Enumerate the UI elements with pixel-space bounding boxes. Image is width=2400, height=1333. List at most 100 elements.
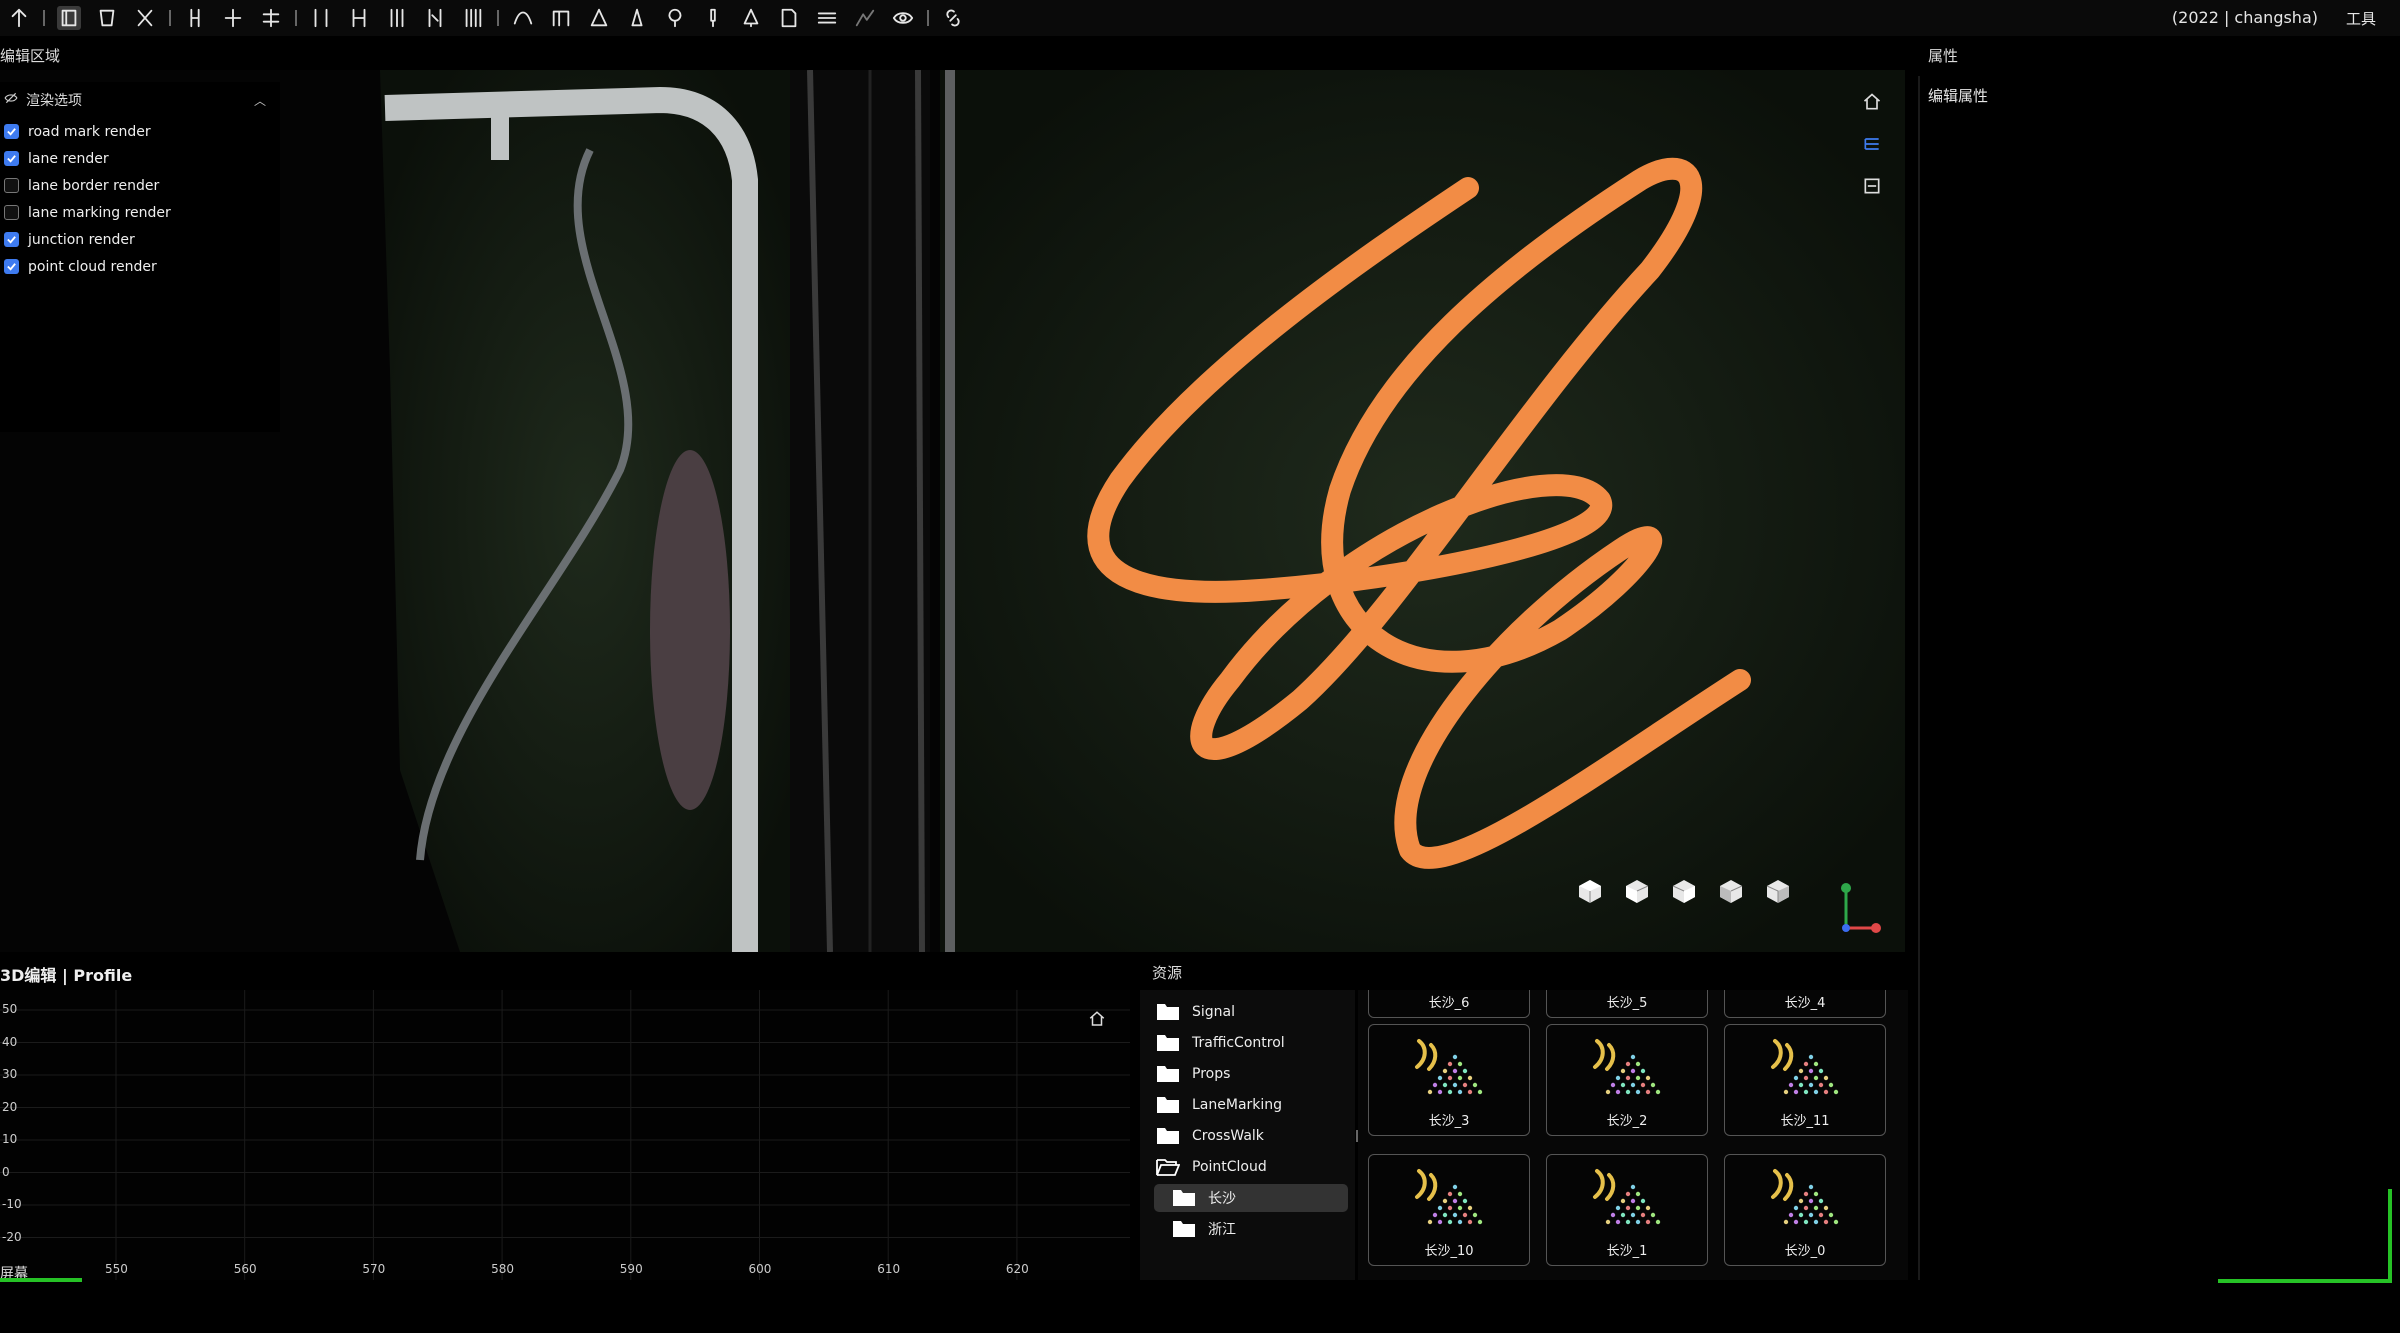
resource-tree-label: CrossWalk bbox=[1192, 1128, 1264, 1144]
lane-insert-icon[interactable] bbox=[385, 6, 409, 30]
profile-x-tick: 620 bbox=[1005, 1262, 1029, 1276]
resource-card[interactable]: 长沙_5 bbox=[1546, 990, 1708, 1018]
render-option-checkbox[interactable] bbox=[4, 178, 19, 193]
profile-home-icon[interactable] bbox=[1088, 1010, 1106, 1032]
document-edit-icon[interactable] bbox=[777, 6, 801, 30]
3d-viewport[interactable] bbox=[0, 70, 1905, 952]
render-option-checkbox[interactable] bbox=[4, 232, 19, 247]
profile-y-tick: -10 bbox=[2, 1197, 22, 1211]
resource-card-label: 长沙_1 bbox=[1606, 1244, 1648, 1259]
resource-card[interactable]: 长沙_11 bbox=[1724, 1024, 1886, 1136]
render-option-row[interactable]: junction render bbox=[0, 226, 280, 253]
resource-tree-item[interactable]: PointCloud bbox=[1140, 1153, 1350, 1181]
perspective-icon[interactable] bbox=[1860, 132, 1884, 156]
profile-x-tick: 600 bbox=[748, 1262, 772, 1276]
render-option-label: road mark render bbox=[28, 123, 151, 140]
resource-tree-item[interactable]: TrafficControl bbox=[1140, 1029, 1350, 1057]
light-icon[interactable] bbox=[701, 6, 725, 30]
resource-grid: 长沙_6 长沙_5 长沙_4 长沙_3 长沙_2 长沙_11 长沙_10 长沙_1 长沙_0 bbox=[1358, 990, 1908, 1280]
resource-tree-item[interactable]: 长沙 bbox=[1154, 1184, 1348, 1212]
render-option-checkbox[interactable] bbox=[4, 259, 19, 274]
lane-add-icon[interactable] bbox=[347, 6, 371, 30]
check-icon bbox=[7, 155, 16, 163]
point-cloud-thumbnail-icon bbox=[1771, 1169, 1839, 1225]
road-select-icon[interactable] bbox=[57, 6, 81, 30]
road-section-icon[interactable] bbox=[815, 6, 839, 30]
render-option-checkbox[interactable] bbox=[4, 205, 19, 220]
resource-card[interactable]: 长沙_3 bbox=[1368, 1024, 1530, 1136]
resource-tree-label: TrafficControl bbox=[1192, 1035, 1285, 1051]
render-option-row[interactable]: road mark render bbox=[0, 118, 280, 145]
render-option-checkbox[interactable] bbox=[4, 124, 19, 139]
resource-card[interactable]: 长沙_4 bbox=[1724, 990, 1886, 1018]
view-cube-back-icon[interactable] bbox=[1765, 878, 1791, 904]
resource-tree-item[interactable]: LaneMarking bbox=[1140, 1091, 1350, 1119]
view-cube-front-icon[interactable] bbox=[1624, 878, 1650, 904]
lane-width-icon[interactable] bbox=[309, 6, 333, 30]
resource-card-label: 长沙_5 bbox=[1606, 996, 1648, 1011]
folder-icon bbox=[1173, 1221, 1195, 1237]
tools-menu[interactable]: 工具 bbox=[2346, 8, 2376, 29]
render-option-label: point cloud render bbox=[28, 258, 157, 275]
road-delete-icon[interactable] bbox=[133, 6, 157, 30]
view-cube-top-icon[interactable] bbox=[1577, 878, 1603, 904]
toolbar-separator bbox=[169, 10, 171, 26]
home-icon[interactable] bbox=[1860, 90, 1884, 114]
render-option-checkbox[interactable] bbox=[4, 151, 19, 166]
point-cloud-thumbnail-icon bbox=[1593, 1039, 1661, 1095]
lane-merge-icon[interactable] bbox=[259, 6, 283, 30]
folder-icon bbox=[1173, 1190, 1195, 1206]
ortho-icon[interactable] bbox=[1860, 174, 1884, 198]
progress-indicator-right bbox=[2218, 1189, 2392, 1283]
resource-card[interactable]: 长沙_0 bbox=[1724, 1154, 1886, 1266]
resource-tree-item[interactable]: Props bbox=[1140, 1060, 1350, 1088]
portal-icon[interactable] bbox=[549, 6, 573, 30]
road-add-icon[interactable] bbox=[95, 6, 119, 30]
resource-card[interactable]: 长沙_10 bbox=[1368, 1154, 1530, 1266]
lane-split-icon[interactable] bbox=[221, 6, 245, 30]
profile-x-tick: 550 bbox=[105, 1262, 128, 1276]
render-option-row[interactable]: lane marking render bbox=[0, 199, 280, 226]
arrow-icon[interactable] bbox=[7, 6, 31, 30]
eye-icon[interactable] bbox=[891, 6, 915, 30]
render-option-row[interactable]: point cloud render bbox=[0, 253, 280, 280]
render-options-header[interactable]: 渲染选项 ︿ bbox=[0, 82, 280, 118]
folder-icon bbox=[1157, 1097, 1179, 1113]
lane-stripe-icon[interactable] bbox=[461, 6, 485, 30]
progress-indicator-left bbox=[0, 1278, 82, 1282]
terrain-icon[interactable] bbox=[853, 6, 877, 30]
render-options-title: 渲染选项 bbox=[26, 93, 82, 109]
resource-card[interactable]: 长沙_1 bbox=[1546, 1154, 1708, 1266]
profile-y-tick: 30 bbox=[2, 1067, 18, 1081]
view-cube-left-icon[interactable] bbox=[1718, 878, 1744, 904]
lane-icon[interactable] bbox=[183, 6, 207, 30]
resource-card[interactable]: 长沙_6 bbox=[1368, 990, 1530, 1018]
chevron-up-icon[interactable]: ︿ bbox=[254, 92, 266, 109]
edit-properties-label: 编辑属性 bbox=[1928, 87, 1989, 105]
view-cube-right-icon[interactable] bbox=[1671, 878, 1697, 904]
profile-y-tick: -20 bbox=[2, 1229, 22, 1244]
profile-chart[interactable] bbox=[0, 990, 1130, 1280]
cone-icon[interactable] bbox=[625, 6, 649, 30]
folder-icon bbox=[1157, 1004, 1179, 1020]
profile-x-tick: 580 bbox=[491, 1262, 514, 1276]
main-toolbar: (2022 | changsha) 工具 bbox=[0, 0, 2400, 36]
check-icon bbox=[7, 128, 16, 136]
resource-tree-item[interactable]: CrossWalk bbox=[1140, 1122, 1350, 1150]
pedestrian-icon[interactable] bbox=[587, 6, 611, 30]
render-option-row[interactable]: lane render bbox=[0, 145, 280, 172]
tree-icon[interactable] bbox=[739, 6, 763, 30]
lane-remove-icon[interactable] bbox=[423, 6, 447, 30]
toolbar-separator bbox=[43, 10, 45, 26]
resource-card-label: 长沙_2 bbox=[1606, 1114, 1648, 1129]
resource-card[interactable]: 长沙_2 bbox=[1546, 1024, 1708, 1136]
sign-icon[interactable] bbox=[663, 6, 687, 30]
resource-tree-item[interactable]: 浙江 bbox=[1140, 1215, 1350, 1243]
resource-card-label: 长沙_11 bbox=[1780, 1114, 1830, 1129]
forest-area-right bbox=[940, 70, 1905, 952]
render-option-row[interactable]: lane border render bbox=[0, 172, 280, 199]
resource-card-label: 长沙_10 bbox=[1424, 1244, 1474, 1259]
curve-icon[interactable] bbox=[511, 6, 535, 30]
link-icon[interactable] bbox=[941, 6, 965, 30]
resource-tree-item[interactable]: Signal bbox=[1140, 998, 1350, 1026]
